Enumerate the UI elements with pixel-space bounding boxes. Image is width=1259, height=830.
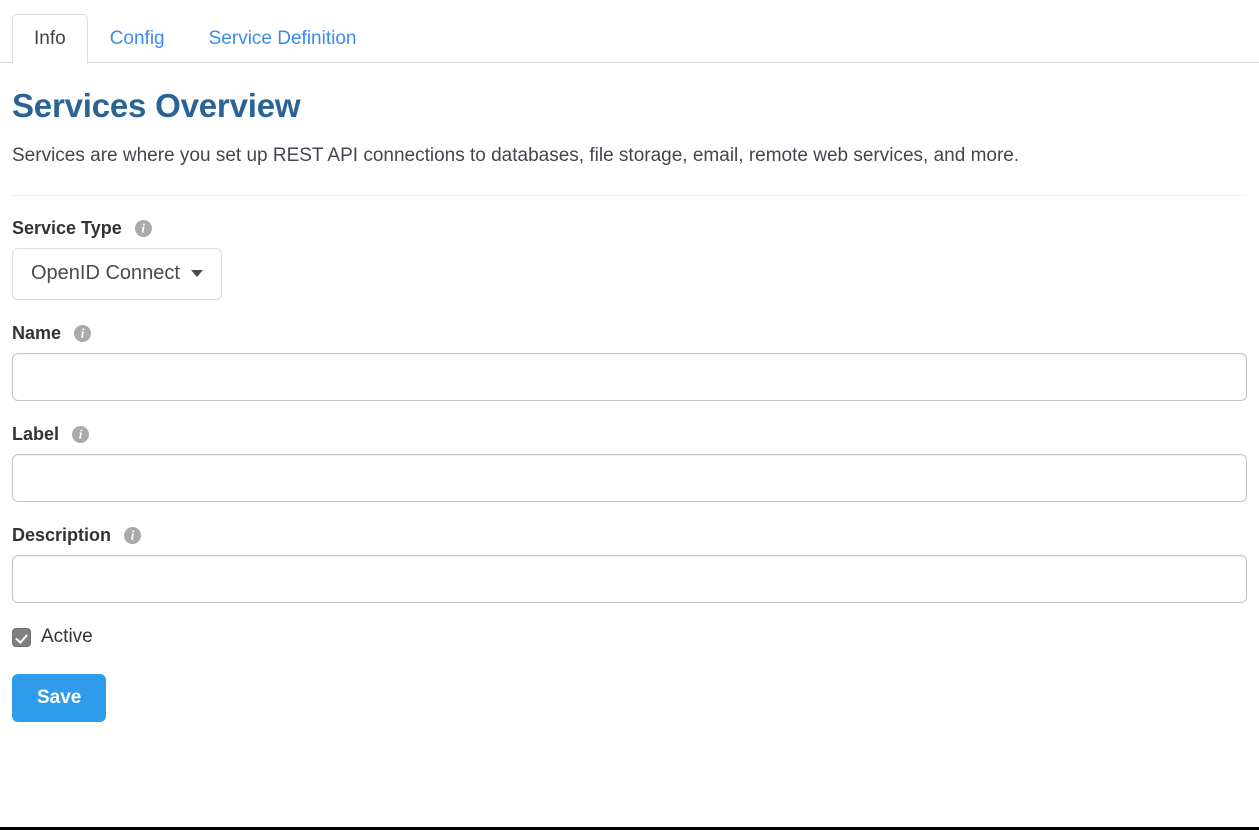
description-label-row: Description i	[12, 525, 1247, 546]
field-service-type: Service Type i OpenID Connect	[12, 218, 1247, 300]
tab-info-label: Info	[34, 28, 66, 49]
tab-info[interactable]: Info	[12, 14, 88, 64]
page-description: Services are where you set up REST API c…	[12, 145, 1020, 166]
service-form: Service Type i OpenID Connect Name i Lab…	[12, 196, 1247, 722]
info-icon[interactable]: i	[124, 527, 142, 544]
save-button[interactable]: Save	[12, 674, 107, 722]
service-type-selected-value: OpenID Connect	[31, 262, 180, 284]
tab-service-definition-label: Service Definition	[208, 28, 357, 49]
field-name: Name i	[12, 323, 1247, 401]
field-description: Description i	[12, 525, 1247, 603]
active-checkbox-label: Active	[41, 626, 93, 647]
label-label-row: Label i	[12, 424, 1247, 445]
name-label: Name	[12, 323, 62, 343]
page-title: Services Overview	[12, 87, 301, 124]
services-overview-page: Info Config Service Definition Services …	[0, 0, 1259, 830]
service-type-label: Service Type	[12, 218, 122, 238]
chevron-down-icon	[190, 270, 203, 277]
tab-config-label: Config	[109, 28, 165, 49]
info-icon[interactable]: i	[134, 220, 152, 237]
info-icon[interactable]: i	[72, 426, 90, 443]
tab-bar: Info Config Service Definition	[0, 0, 1259, 64]
service-type-dropdown[interactable]: OpenID Connect	[12, 248, 222, 300]
service-type-label-row: Service Type i	[12, 218, 1247, 239]
active-checkbox-row[interactable]: Active	[12, 626, 1247, 648]
content-area: Services Overview Services are where you…	[0, 87, 1259, 722]
field-label: Label i	[12, 424, 1247, 502]
label-input[interactable]	[12, 454, 1247, 502]
label-label: Label	[12, 424, 60, 444]
tab-config[interactable]: Config	[88, 14, 187, 64]
name-input[interactable]	[12, 353, 1247, 401]
active-checkbox[interactable]	[12, 627, 31, 647]
name-label-row: Name i	[12, 323, 1247, 344]
description-input[interactable]	[12, 555, 1247, 603]
info-icon[interactable]: i	[74, 325, 92, 342]
description-label: Description	[12, 525, 112, 545]
tab-service-definition[interactable]: Service Definition	[187, 14, 379, 64]
